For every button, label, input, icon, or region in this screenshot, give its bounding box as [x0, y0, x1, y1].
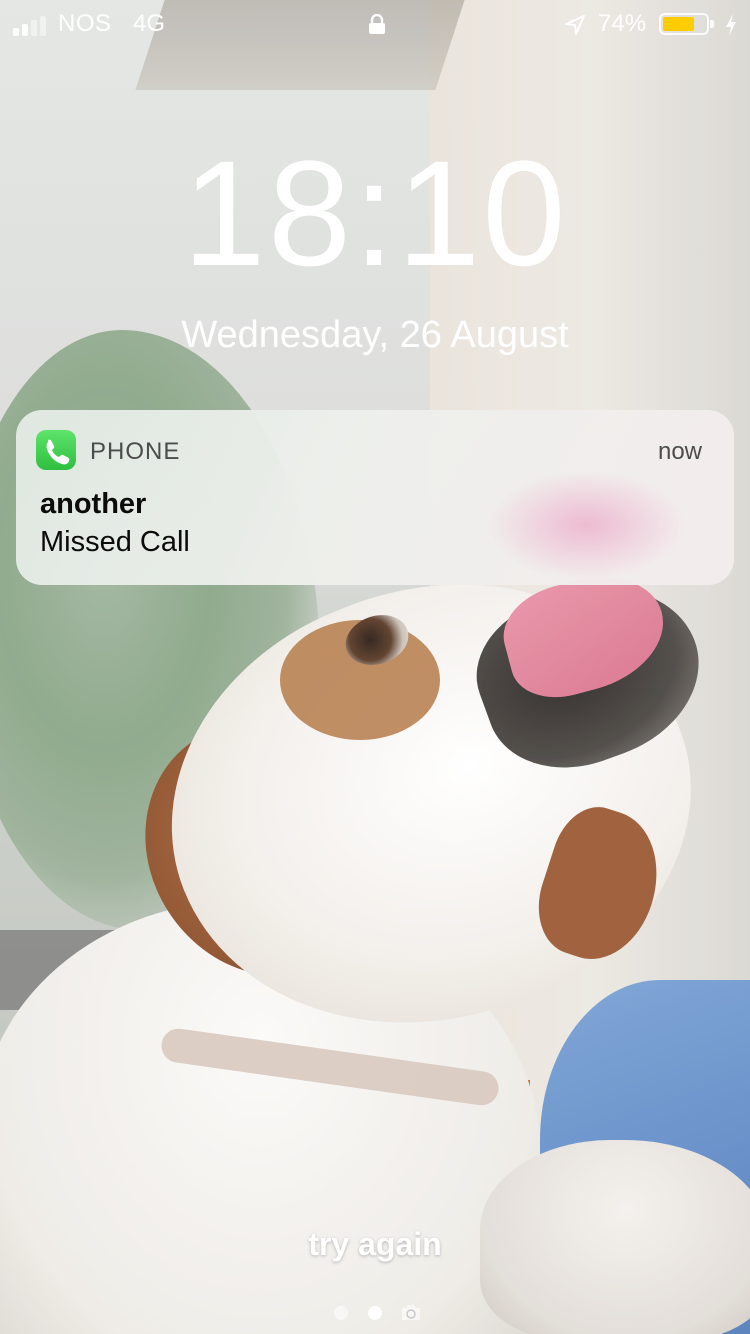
camera-icon[interactable]	[400, 1303, 422, 1321]
lock-icon	[369, 14, 385, 34]
lock-screen-time: 18:10	[182, 129, 568, 297]
phone-handset-icon	[46, 439, 70, 465]
notification-title: another	[40, 488, 147, 520]
battery-percent: 74%	[598, 10, 647, 37]
network-type: 4G	[133, 10, 166, 37]
carrier-name: NOS	[58, 10, 112, 37]
missed-call-notification[interactable]: PHONE now another Missed Call	[16, 410, 734, 585]
location-arrow-icon	[565, 15, 585, 35]
page-indicator[interactable]	[330, 1301, 430, 1325]
signal-strength-icon	[13, 14, 46, 36]
notification-time: now	[657, 438, 702, 465]
notification-app-name: PHONE	[90, 438, 181, 465]
battery-icon	[659, 13, 715, 35]
notification-body: Missed Call	[40, 526, 190, 558]
wallpaper-caption: try again	[308, 1226, 442, 1262]
phone-app-icon	[36, 430, 76, 470]
page-dot-2[interactable]	[368, 1306, 382, 1320]
status-bar: NOS 4G 74%	[0, 0, 750, 48]
page-dot-1[interactable]	[334, 1306, 348, 1320]
lock-screen-date: Wednesday, 26 August	[181, 314, 569, 356]
bolt-icon	[726, 14, 736, 36]
